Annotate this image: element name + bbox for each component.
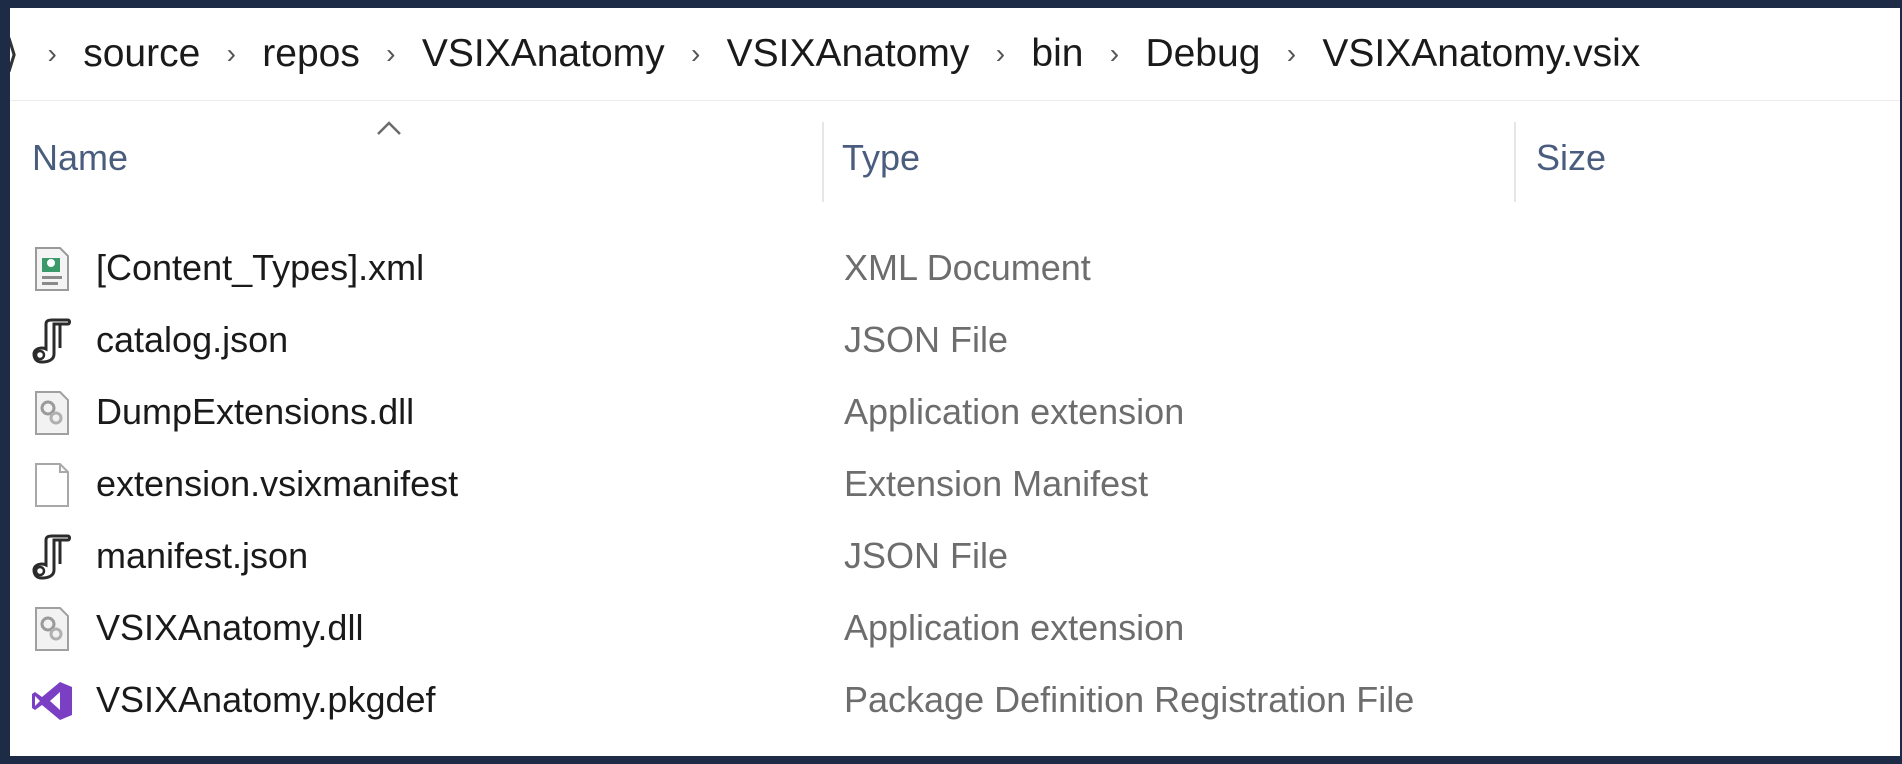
file-type: Package Definition Registration File [844, 679, 1415, 720]
breadcrumb-overflow[interactable]: ⟩ [10, 32, 19, 77]
chevron-right-icon[interactable]: › [977, 38, 1023, 70]
chevron-right-icon: › [47, 38, 57, 69]
file-type: Extension Manifest [844, 463, 1149, 504]
list-item[interactable]: DumpExtensions.dll Application extension [10, 376, 1900, 448]
list-item[interactable]: manifest.json JSON File [10, 520, 1900, 592]
file-name[interactable]: manifest.json [96, 520, 308, 592]
column-header-name[interactable]: Name [32, 108, 822, 208]
dll-file-icon [30, 390, 74, 436]
breadcrumb-item-repos[interactable]: repos [254, 32, 368, 76]
dll-file-icon [30, 606, 74, 652]
file-explorer-window: ⟩ › source › repos › VSIXAnatomy › VSIXA… [10, 8, 1900, 756]
chevron-right-icon[interactable]: › [1268, 38, 1314, 70]
breadcrumb-item-debug[interactable]: Debug [1137, 32, 1268, 76]
list-item[interactable]: VSIXAnatomy.pkgdef Package Definition Re… [10, 664, 1900, 736]
file-name[interactable]: VSIXAnatomy.pkgdef [96, 664, 436, 736]
file-type: JSON File [844, 319, 1009, 360]
breadcrumb-item-vsix[interactable]: VSIXAnatomy.vsix [1314, 32, 1648, 76]
chevron-right-icon[interactable]: › [673, 38, 719, 70]
column-header-row: Name Type Size [10, 108, 1900, 208]
chevron-right-icon[interactable]: › [208, 38, 254, 70]
file-type: Application extension [844, 391, 1185, 432]
breadcrumb-item-vsixanatomy-project[interactable]: VSIXAnatomy [719, 32, 978, 76]
blank-file-icon [30, 462, 74, 508]
breadcrumb-item-bin[interactable]: bin [1023, 32, 1091, 76]
file-name[interactable]: VSIXAnatomy.dll [96, 592, 363, 664]
breadcrumb-item-source[interactable]: source [75, 32, 208, 76]
json-file-icon [30, 534, 74, 580]
list-item[interactable]: VSIXAnatomy.dll Application extension [10, 592, 1900, 664]
file-name[interactable]: catalog.json [96, 304, 288, 376]
breadcrumb-item-vsixanatomy[interactable]: VSIXAnatomy [414, 32, 673, 76]
file-type: Application extension [844, 607, 1185, 648]
chevron-right-icon[interactable]: › [1091, 38, 1137, 70]
column-divider[interactable] [822, 122, 824, 202]
column-divider[interactable] [1514, 122, 1516, 202]
file-name[interactable]: DumpExtensions.dll [96, 376, 414, 448]
visual-studio-icon [30, 678, 74, 724]
xml-document-icon [30, 246, 74, 292]
breadcrumb: ⟩ › source › repos › VSIXAnatomy › VSIXA… [10, 8, 1900, 101]
file-name[interactable]: [Content_Types].xml [96, 232, 424, 304]
file-name[interactable]: extension.vsixmanifest [96, 448, 458, 520]
list-item[interactable]: [Content_Types].xml XML Document [10, 232, 1900, 304]
column-header-size[interactable]: Size [1536, 108, 1836, 208]
json-file-icon [30, 318, 74, 364]
file-type: XML Document [844, 247, 1091, 288]
column-header-type[interactable]: Type [842, 108, 1532, 208]
file-type: JSON File [844, 535, 1009, 576]
list-item[interactable]: extension.vsixmanifest Extension Manifes… [10, 448, 1900, 520]
list-item[interactable]: catalog.json JSON File [10, 304, 1900, 376]
chevron-right-icon[interactable]: › [368, 38, 414, 70]
file-list: [Content_Types].xml XML Document catalog… [10, 232, 1900, 736]
